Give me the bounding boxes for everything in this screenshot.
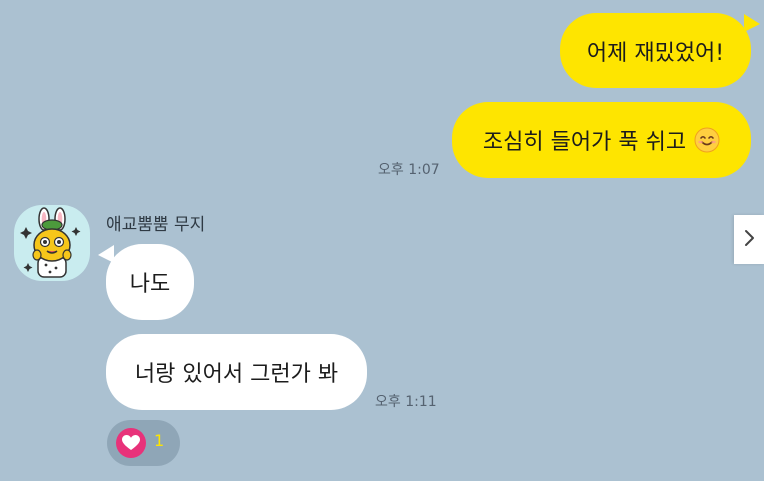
message-timestamp: 오후 1:07 [378, 162, 440, 178]
bubble-tail [98, 245, 114, 263]
outgoing-message-bubble[interactable]: 어제 재밌었어! [560, 13, 751, 88]
reaction-badge[interactable]: 1 [107, 420, 180, 466]
outgoing-message-bubble[interactable]: 조심히 들어가 푹 쉬고 [452, 102, 751, 178]
sender-name: 애교뿜뿜 무지 [106, 215, 206, 235]
message-text: 조심히 들어가 푹 쉬고 [482, 130, 687, 155]
incoming-message-bubble[interactable]: 너랑 있어서 그런가 봐 [106, 334, 367, 410]
side-panel-button[interactable] [734, 215, 764, 264]
message-timestamp: 오후 1:11 [375, 394, 437, 410]
message-text: 나도 [129, 272, 171, 297]
smiling-face-emoji-icon [694, 127, 720, 153]
bubble-tail [744, 14, 760, 32]
message-text: 어제 재밌었어! [586, 40, 725, 66]
sender-avatar[interactable] [14, 205, 90, 281]
heart-icon [116, 428, 146, 458]
muzi-rabbit-sticker-avatar-icon [20, 207, 81, 278]
incoming-message-bubble[interactable]: 나도 [106, 244, 194, 320]
chevron-right-icon [743, 229, 755, 251]
message-text: 너랑 있어서 그런가 봐 [134, 362, 339, 387]
reaction-count: 1 [154, 431, 165, 450]
